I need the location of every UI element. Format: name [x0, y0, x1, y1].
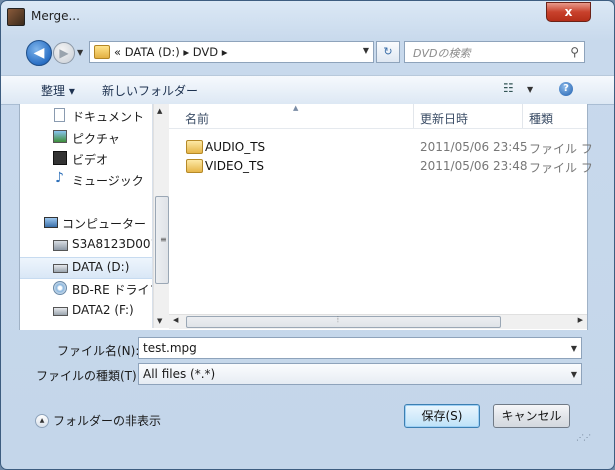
file-type: ファイル フ [529, 161, 593, 175]
nav-item-data-drive[interactable]: DATA (D:) [20, 257, 152, 279]
chevron-down-icon[interactable]: ▼ [571, 344, 577, 353]
nav-item-documents[interactable]: ドキュメント [20, 106, 152, 126]
column-divider[interactable] [413, 104, 414, 128]
save-button[interactable]: 保存(S) [404, 404, 480, 428]
organize-menu-button[interactable]: 整理 ▾ [41, 82, 75, 99]
nav-item-bd-drive[interactable]: BD-RE ドライブ [20, 279, 152, 299]
close-icon: x [564, 5, 573, 19]
chevron-up-icon: ▲ [35, 414, 49, 428]
address-dropdown-icon[interactable]: ▼ [363, 46, 369, 55]
file-save-dialog: Merge... x ◀ ▶ ▼ « DATA (D:) ▸ DVD ▸ ▼ ↻… [0, 0, 615, 470]
refresh-icon: ↻ [383, 45, 393, 58]
help-icon[interactable]: ? [559, 82, 573, 96]
view-options-icon[interactable]: ☷ [503, 81, 514, 95]
recent-locations-dropdown[interactable]: ▼ [77, 48, 83, 57]
nav-item-music[interactable]: ♪ ミュージック [20, 170, 152, 190]
filename-input[interactable]: test.mpg ▼ [138, 337, 582, 359]
file-date: 2011/05/06 23:45 [420, 140, 528, 154]
video-icon [53, 151, 67, 165]
picture-icon [53, 130, 67, 143]
scroll-thumb[interactable]: ≡ [155, 196, 169, 284]
search-input[interactable]: DVDの検索 ⚲ [404, 41, 585, 63]
search-placeholder: DVDの検索 [413, 47, 471, 60]
scroll-up-icon[interactable]: ▲ [157, 107, 162, 115]
file-row-video-ts[interactable]: VIDEO_TS 2011/05/06 23:48 ファイル フ [169, 156, 593, 176]
filetype-value: All files (*.*) [143, 367, 216, 381]
document-icon [54, 108, 65, 122]
forward-button[interactable]: ▶ [53, 42, 75, 64]
resize-grip-icon[interactable]: ⋰⋰ [576, 433, 591, 442]
back-arrow-icon: ◀ [33, 45, 45, 61]
hide-folders-label: フォルダーの非表示 [53, 414, 162, 428]
nav-item-videos[interactable]: ビデオ [20, 149, 152, 169]
computer-icon [44, 217, 58, 228]
music-icon: ♪ [55, 170, 64, 186]
window-title: Merge... [31, 9, 80, 23]
file-list-scrollbar[interactable]: ◀ ⦙ ▶ [169, 314, 587, 329]
address-bar[interactable]: « DATA (D:) ▸ DVD ▸ ▼ [89, 41, 374, 63]
nav-item-pictures[interactable]: ピクチャ [20, 128, 152, 148]
filename-label: ファイル名(N): [57, 344, 140, 358]
address-path[interactable]: « DATA (D:) ▸ DVD ▸ [114, 45, 228, 59]
nav-item-computer[interactable]: コンピューター [20, 213, 152, 233]
drive-icon [53, 240, 68, 251]
scroll-down-icon[interactable]: ▼ [157, 317, 162, 325]
nav-item-system-drive[interactable]: S3A8123D001 ( [20, 235, 152, 255]
file-list: ▲ 名前 更新日時 種類 AUDIO_TS 2011/05/06 23:45 フ… [169, 104, 593, 329]
navigation-bar: ◀ ▶ ▼ « DATA (D:) ▸ DVD ▸ ▼ ↻ DVDの検索 ⚲ [1, 37, 614, 67]
scroll-thumb[interactable]: ⦙ [186, 315, 501, 328]
file-name: AUDIO_TS [205, 140, 266, 154]
scroll-left-icon[interactable]: ◀ [173, 316, 178, 324]
filetype-label: ファイルの種類(T): [36, 369, 141, 383]
filetype-select[interactable]: All files (*.*) ▼ [138, 363, 582, 385]
filename-value[interactable]: test.mpg [143, 341, 197, 355]
scroll-right-icon[interactable]: ▶ [578, 316, 583, 324]
search-icon[interactable]: ⚲ [570, 45, 579, 59]
nav-item-data2-drive[interactable]: DATA2 (F:) [20, 301, 152, 321]
close-button[interactable]: x [546, 2, 591, 22]
grip-icon: ≡ [160, 235, 167, 244]
file-name: VIDEO_TS [205, 159, 264, 173]
cancel-button[interactable]: キャンセル [493, 404, 570, 428]
folder-icon [94, 45, 110, 59]
back-button[interactable]: ◀ [26, 40, 52, 66]
folder-icon [186, 159, 203, 173]
app-icon [7, 8, 25, 26]
column-header: ▲ 名前 更新日時 種類 [169, 104, 587, 129]
column-divider[interactable] [522, 104, 523, 128]
disc-icon [53, 281, 67, 295]
nav-pane-scrollbar[interactable]: ▲ ≡ ▼ [153, 104, 169, 328]
column-type[interactable]: 種類 [529, 110, 553, 127]
column-name[interactable]: 名前 [185, 110, 209, 127]
file-date: 2011/05/06 23:48 [420, 159, 528, 173]
drive-icon [53, 307, 68, 316]
command-toolbar: 整理 ▾ 新しいフォルダー ☷ ▼ ? [1, 75, 614, 105]
title-bar[interactable]: Merge... x [1, 1, 614, 35]
drive-icon [53, 264, 68, 273]
grip-icon: ⦙ [337, 315, 339, 324]
refresh-button[interactable]: ↻ [376, 41, 400, 63]
navigation-pane: ドキュメント ピクチャ ビデオ ♪ ミュージック コンピューター S3A8123… [20, 104, 153, 328]
new-folder-button[interactable]: 新しいフォルダー [102, 82, 198, 99]
chevron-down-icon[interactable]: ▼ [571, 370, 577, 379]
file-type: ファイル フ [529, 142, 593, 156]
forward-arrow-icon: ▶ [59, 46, 69, 60]
column-date[interactable]: 更新日時 [420, 110, 468, 127]
folder-icon [186, 140, 203, 154]
sort-ascending-icon: ▲ [293, 104, 299, 112]
browser-content: ドキュメント ピクチャ ビデオ ♪ ミュージック コンピューター S3A8123… [19, 104, 593, 330]
file-row-audio-ts[interactable]: AUDIO_TS 2011/05/06 23:45 ファイル フ [169, 137, 593, 157]
view-dropdown-icon[interactable]: ▼ [527, 85, 533, 94]
